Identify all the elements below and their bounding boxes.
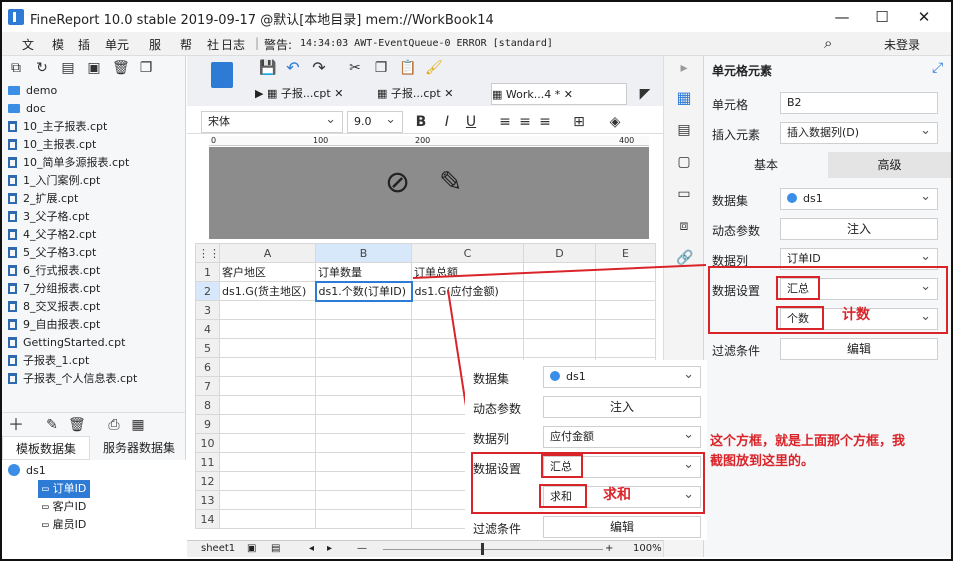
annotation-note: 这个方框，就是上面那个方框，我截图放到这里的。 xyxy=(710,434,906,469)
database-icon xyxy=(550,371,560,381)
filter-label: 过滤条件 xyxy=(473,522,522,536)
inject-button[interactable]: 注入 xyxy=(543,396,701,418)
annotation-box xyxy=(471,452,705,514)
annotation-line xyxy=(412,264,707,279)
dataset-value: ds1 xyxy=(566,370,586,383)
dataset-select[interactable]: ds1 xyxy=(543,365,701,388)
annotation-sum: 求和 xyxy=(603,487,631,503)
data-column-label: 数据列 xyxy=(473,432,510,446)
annotation-box-summary xyxy=(541,454,583,478)
filter-edit-button[interactable]: 编辑 xyxy=(543,516,701,538)
data-column-select[interactable]: 应付金额 xyxy=(543,425,701,448)
annotation-box-sum xyxy=(539,484,587,508)
pasted-settings-panel: 数据集 ds1 动态参数 注入 数据列 应付金额 数据设置 汇总 求和 过滤条件… xyxy=(465,360,707,540)
dynamic-param-label: 动态参数 xyxy=(473,402,522,416)
dataset-label: 数据集 xyxy=(473,372,510,386)
